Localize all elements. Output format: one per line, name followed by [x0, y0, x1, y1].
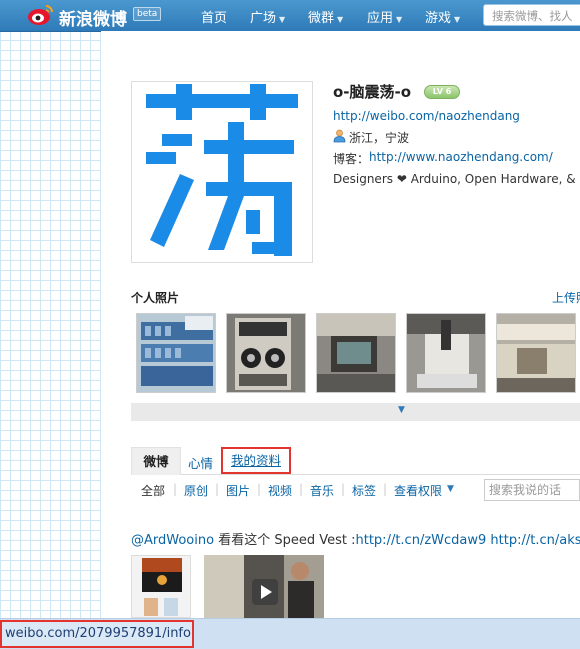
photos-section-title: 个人照片 [131, 291, 180, 305]
photo-thumbnail[interactable] [136, 313, 216, 393]
filter-divider: | [299, 482, 304, 496]
filter-divider: | [215, 482, 220, 496]
my-posts-search-input[interactable]: 搜索我说的话 [484, 479, 580, 501]
photo-image [137, 314, 215, 392]
chevron-down-icon: ▼ [396, 15, 403, 24]
photos-expand-bar[interactable] [131, 403, 580, 421]
post-text: @ArdWooino 看看这个 Speed Vest :http://t.cn/… [131, 529, 580, 548]
weibo-logo-icon[interactable] [27, 3, 55, 27]
filter-all[interactable]: 全部 [141, 482, 165, 499]
photo-thumbnail[interactable] [496, 313, 576, 393]
photo-image [407, 314, 485, 392]
post-image-thumbnail[interactable] [131, 555, 191, 618]
post-link[interactable]: http://t.cn/aksP [490, 533, 580, 548]
filter-original[interactable]: 原创 [184, 482, 208, 499]
profile-name: o-脑震荡-o [333, 83, 412, 101]
nav-label: 应用 [367, 11, 394, 26]
photo-thumbnail[interactable] [316, 313, 396, 393]
user-icon [333, 129, 346, 143]
nav-groups[interactable]: 微群 ▼ [308, 7, 343, 26]
tab-weibo[interactable]: 微博 [131, 447, 181, 475]
filter-tags[interactable]: 标签 [352, 482, 376, 499]
post-body: 看看这个 Speed Vest : [214, 533, 356, 548]
post-image [132, 556, 190, 617]
filter-video[interactable]: 视频 [268, 482, 292, 499]
logo-text[interactable]: 新浪微博 [59, 5, 127, 30]
beta-badge: beta [133, 7, 162, 21]
blog-label: 博客： [333, 152, 370, 166]
filter-permission[interactable]: 查看权限 [394, 482, 442, 499]
filter-divider: | [383, 482, 388, 496]
global-search-input[interactable]: 搜索微博、找人 [483, 4, 580, 26]
nav-square[interactable]: 广场 ▼ [250, 7, 285, 26]
photo-image [317, 314, 395, 392]
mention-link[interactable]: @ArdWooino [131, 533, 214, 548]
profile-location: 浙江，宁波 [349, 131, 410, 145]
filter-divider: | [341, 482, 346, 496]
nav-games[interactable]: 游戏 ▼ [425, 7, 460, 26]
filter-divider: | [257, 482, 262, 496]
avatar-image [146, 84, 298, 256]
filter-music[interactable]: 音乐 [310, 482, 334, 499]
chevron-down-icon: ▼ [337, 15, 344, 24]
nav-label: 广场 [250, 11, 277, 26]
chevron-down-icon: ▼ [454, 15, 461, 24]
chevron-down-icon: ▼ [279, 15, 286, 24]
nav-home[interactable]: 首页 [201, 7, 227, 26]
post-video-thumbnail[interactable] [204, 555, 324, 618]
photo-image [227, 314, 305, 392]
photo-thumbnail[interactable] [226, 313, 306, 393]
chevron-down-icon[interactable]: ▼ [398, 405, 405, 415]
nav-apps[interactable]: 应用 ▼ [367, 7, 402, 26]
post-link[interactable]: http://t.cn/zWcdaw9 [356, 533, 487, 548]
blog-url-link[interactable]: http://www.naozhendang.com/ [369, 150, 553, 164]
bio-suffix: Arduino, Open Hardware, & Ope [410, 172, 580, 186]
chevron-down-icon[interactable]: ▼ [447, 484, 454, 494]
profile-url-link[interactable]: http://weibo.com/naozhendang [333, 109, 520, 123]
nav-label: 微群 [308, 11, 335, 26]
tab-bar-divider [131, 474, 580, 475]
heart-icon: ❤ [396, 172, 407, 186]
upload-photo-link[interactable]: 上传照 [552, 289, 580, 306]
profile-bio: Designers ❤ Arduino, Open Hardware, & Op… [333, 172, 580, 186]
nav-label: 游戏 [425, 11, 452, 26]
nav-label: 首页 [201, 11, 228, 26]
tab-my-profile[interactable]: 我的资料 [221, 447, 291, 474]
tab-mood[interactable]: 心情 [188, 453, 213, 472]
post-video-image [204, 555, 324, 618]
status-url: weibo.com/2079957891/info [0, 620, 194, 648]
photo-thumbnail[interactable] [406, 313, 486, 393]
bio-prefix: Designers [333, 172, 393, 186]
level-badge[interactable]: LV 6 [424, 85, 460, 99]
profile-avatar[interactable] [131, 81, 313, 263]
filter-divider: | [173, 482, 178, 496]
photo-image [497, 314, 575, 392]
filter-image[interactable]: 图片 [226, 482, 250, 499]
